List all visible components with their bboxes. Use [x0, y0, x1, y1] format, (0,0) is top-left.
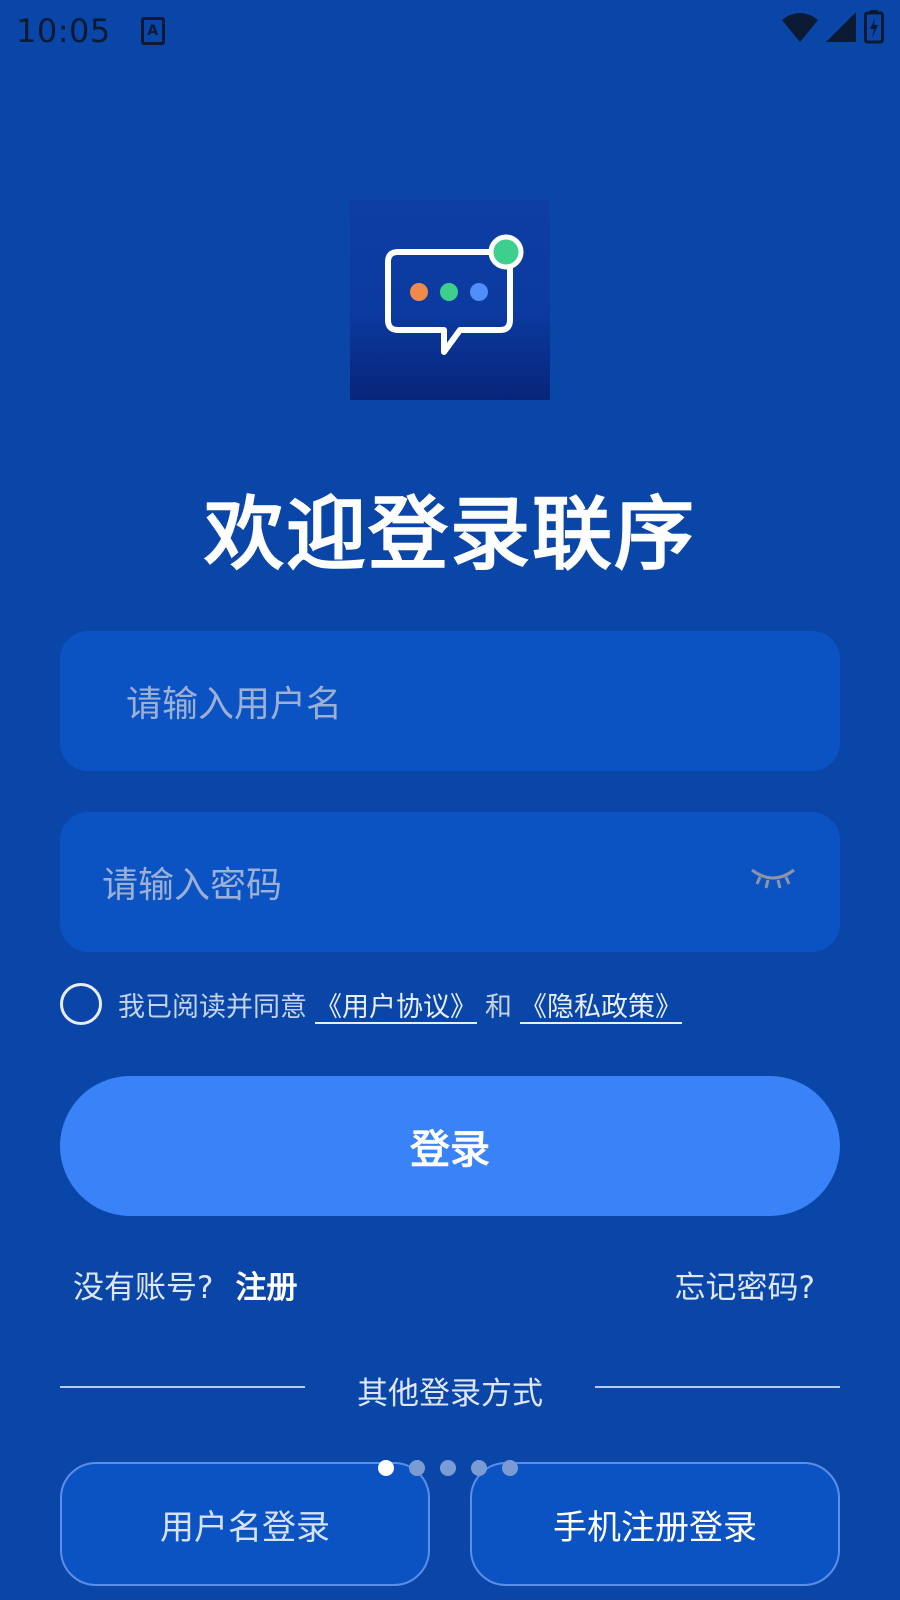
battery-icon: [864, 10, 884, 44]
signup-row: 没有账号? 注册: [73, 1262, 297, 1307]
agreement-and: 和: [485, 991, 512, 1023]
register-link[interactable]: 注册: [235, 1262, 297, 1307]
page-indicator: [378, 1460, 518, 1476]
wifi-icon: [782, 13, 818, 42]
page-dot: [440, 1460, 456, 1476]
agreement-checkbox[interactable]: [60, 983, 102, 1025]
other-methods-divider: 其他登录方式: [60, 1366, 840, 1412]
login-button[interactable]: 登录: [60, 1076, 840, 1216]
user-agreement-link[interactable]: 《用户协议》: [315, 985, 477, 1024]
agreement-prefix: 我已阅读并同意: [118, 991, 307, 1023]
status-bar: 10:05 A: [0, 0, 900, 62]
forgot-password-link[interactable]: 忘记密码?: [675, 1262, 815, 1307]
status-icons: [782, 10, 884, 44]
other-methods-label: 其他登录方式: [357, 1376, 543, 1412]
divider-right: [595, 1386, 840, 1388]
page-dot: [471, 1460, 487, 1476]
eye-closed-icon[interactable]: [748, 864, 798, 894]
password-field[interactable]: 请输入密码: [60, 812, 840, 952]
app-logo: [350, 200, 550, 400]
password-placeholder: 请输入密码: [102, 865, 283, 906]
no-account-text: 没有账号?: [73, 1270, 214, 1306]
page-dot: [502, 1460, 518, 1476]
page-dot: [378, 1460, 394, 1476]
username-login-button[interactable]: 用户名登录: [60, 1462, 430, 1586]
username-placeholder: 请输入用户名: [126, 684, 343, 725]
page-dot: [409, 1460, 425, 1476]
status-time: 10:05: [16, 12, 111, 50]
agreement-row: 我已阅读并同意 《用户协议》 和 《隐私政策》: [60, 982, 690, 1026]
phone-login-button[interactable]: 手机注册登录: [470, 1462, 840, 1586]
privacy-policy-link[interactable]: 《隐私政策》: [520, 985, 682, 1024]
signal-icon: [826, 12, 856, 42]
welcome-title: 欢迎登录联序: [204, 488, 696, 581]
chat-bubble-logo-icon: [385, 234, 524, 355]
keyboard-indicator-icon: A: [140, 17, 165, 45]
username-field[interactable]: 请输入用户名: [60, 631, 840, 771]
